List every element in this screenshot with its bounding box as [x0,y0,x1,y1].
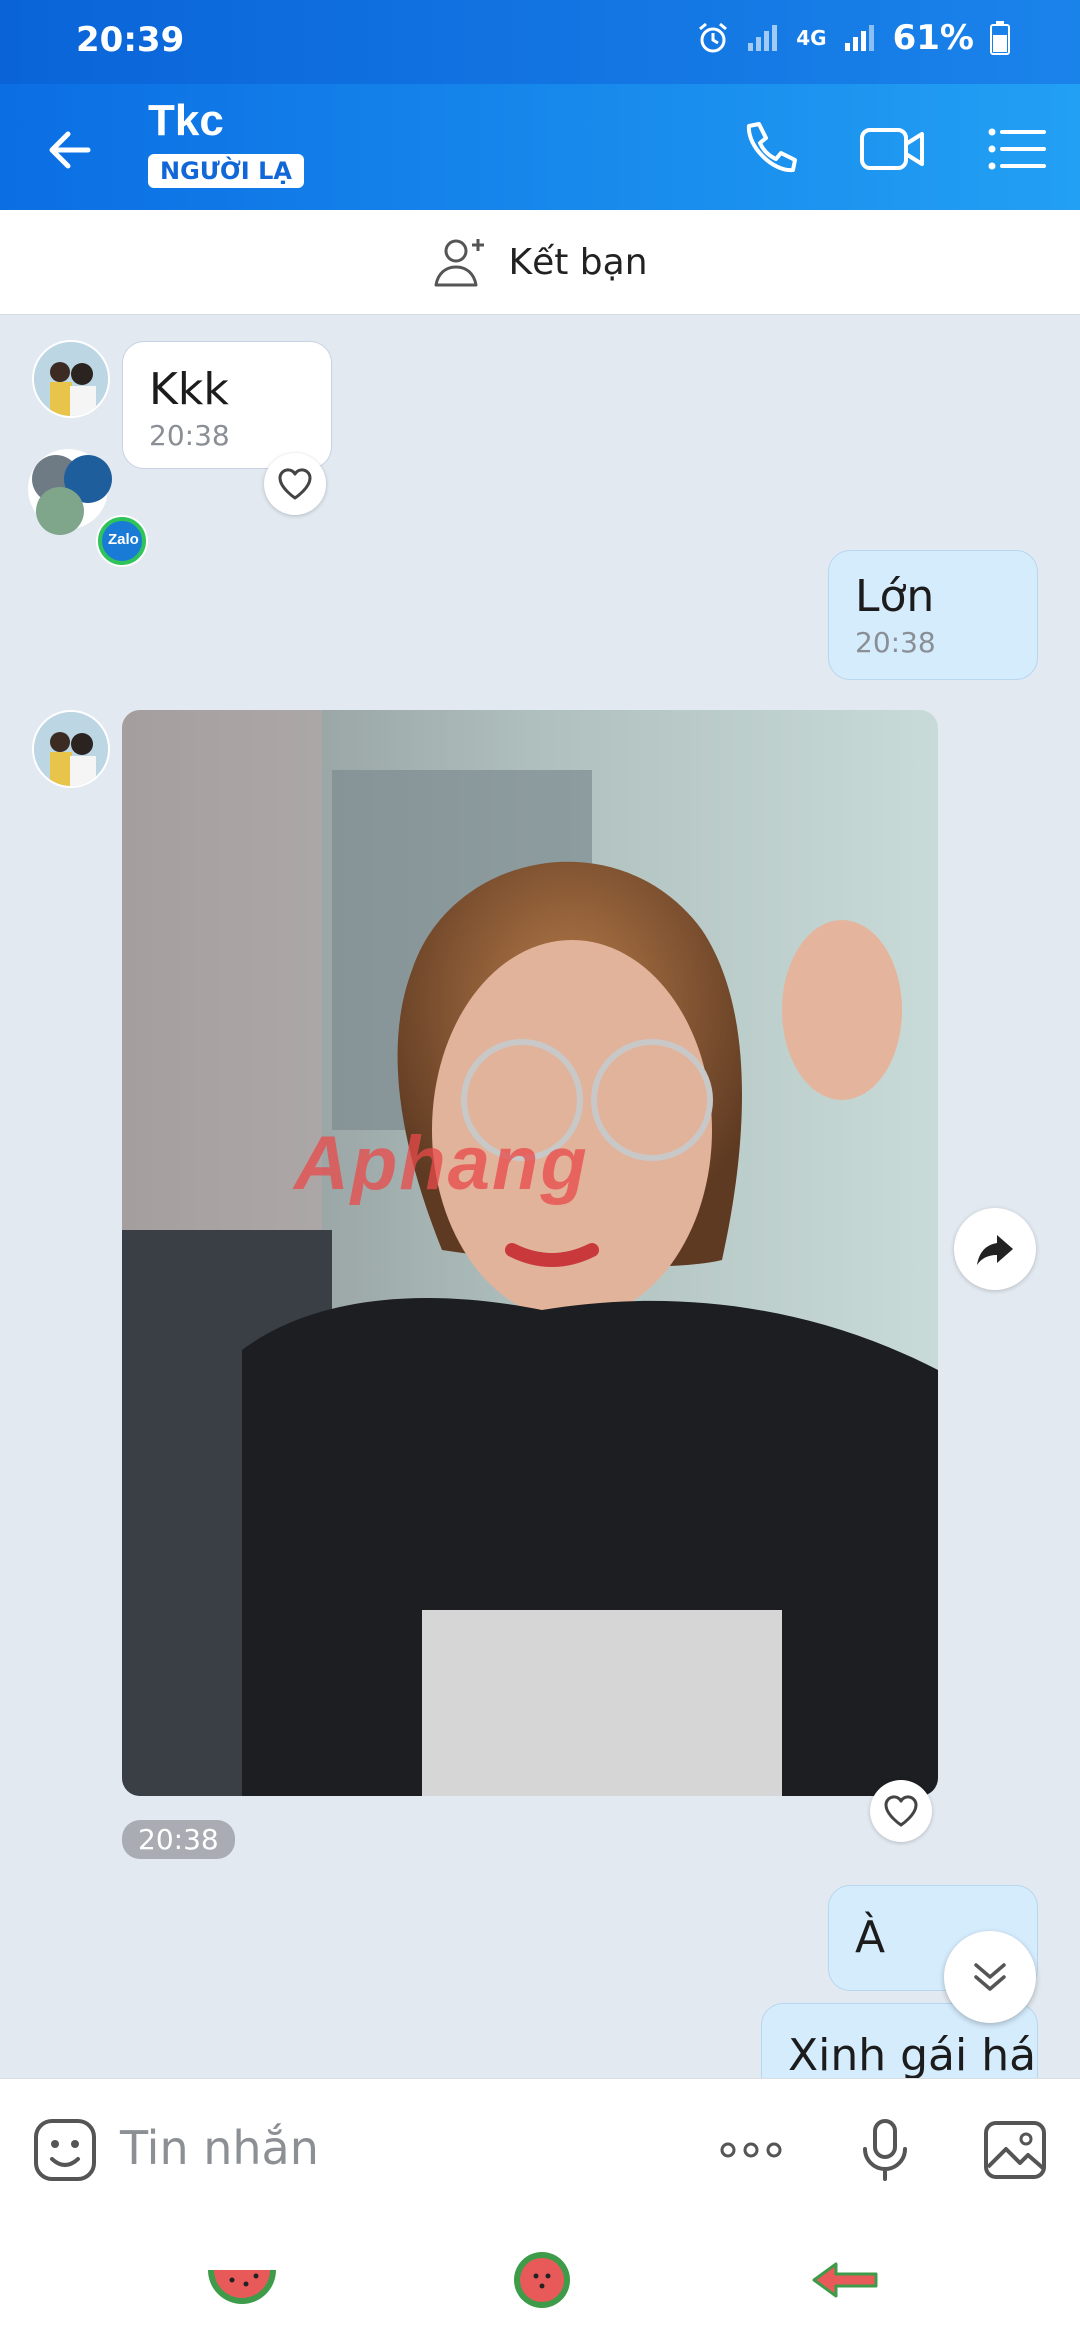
status-bar: 20:39 4G 61% [0,0,1080,84]
seen-avatars-group[interactable]: Zalo [26,445,150,569]
stranger-badge: NGƯỜI LẠ [148,154,304,188]
message-bubble-incoming[interactable]: Kkk 20:38 [122,341,332,469]
chat-header: Tkc NGƯỜI LẠ [0,84,1080,210]
react-heart-button[interactable] [870,1780,932,1842]
video-call-button[interactable] [858,116,924,182]
avatar-image [34,712,108,786]
add-friend-bar[interactable]: Kết bạn [0,210,1080,315]
message-text: Lớn [855,571,935,622]
scroll-to-bottom-button[interactable] [944,1931,1036,2023]
photo-watermark: Aphang [294,1121,589,1206]
message-composer: Tin nhắn [0,2078,1080,2221]
status-icons: 4G 61% [696,18,1010,58]
sender-avatar[interactable] [32,340,110,418]
watermelon-slice-icon [208,2270,276,2304]
photo-image [122,710,938,1796]
microphone-icon [863,2119,907,2181]
react-heart-button[interactable] [264,453,326,515]
status-time: 20:39 [76,20,185,60]
heart-icon [278,468,312,500]
share-forward-icon [977,1235,1013,1265]
battery-percent: 61% [892,18,974,58]
share-button[interactable] [954,1208,1036,1290]
send-photo-button[interactable] [980,2115,1050,2185]
contact-name[interactable]: Tkc [148,96,224,146]
chat-area[interactable]: Kkk 20:38 Zalo Lớn 20:38 Aphang 20:38 À … [0,315,1080,2078]
image-gallery-icon [984,2121,1046,2179]
alarm-icon [699,22,728,53]
add-person-icon [434,239,485,287]
back-button[interactable] [36,114,108,186]
message-input[interactable]: Tin nhắn [120,2121,319,2175]
sender-avatar[interactable] [32,710,110,788]
menu-button[interactable] [984,116,1050,182]
nav-recents-button[interactable] [202,2250,282,2310]
message-bubble-outgoing[interactable]: Lớn 20:38 [828,550,1038,680]
message-text: Kkk [149,364,229,415]
signal-icon-2 [844,25,874,51]
video-camera-icon [860,128,924,170]
smiley-icon [34,2119,96,2181]
voice-message-button[interactable] [850,2115,920,2185]
back-arrow-icon [49,131,91,169]
more-options-button[interactable] [716,2115,786,2185]
network-type: 4G [796,26,827,50]
group-avatar-image [28,449,148,567]
navigation-bar [0,2220,1080,2340]
nav-back-button[interactable] [808,2250,888,2310]
nav-home-button[interactable] [502,2250,582,2310]
sticker-button[interactable] [30,2115,100,2185]
photo-time: 20:38 [122,1820,235,1859]
add-friend-label: Kết bạn [508,241,648,283]
call-button[interactable] [735,116,801,182]
double-chevron-down-icon [974,1963,1006,1991]
battery-icon [990,21,1010,55]
signal-icon [748,25,778,51]
watermelon-home-icon [514,2252,570,2308]
photo-message[interactable]: Aphang [122,710,938,1796]
watermelon-back-icon [812,2262,878,2298]
phone-icon [746,122,797,173]
more-dots-icon [720,2142,782,2158]
list-menu-icon [988,128,1046,170]
avatar-image [34,342,108,416]
message-text: Xinh gái há [788,2030,1037,2078]
message-time: 20:38 [855,626,936,659]
heart-icon [884,1795,918,1827]
message-time: 20:38 [149,419,230,452]
zalo-badge-label: Zalo [108,531,139,548]
